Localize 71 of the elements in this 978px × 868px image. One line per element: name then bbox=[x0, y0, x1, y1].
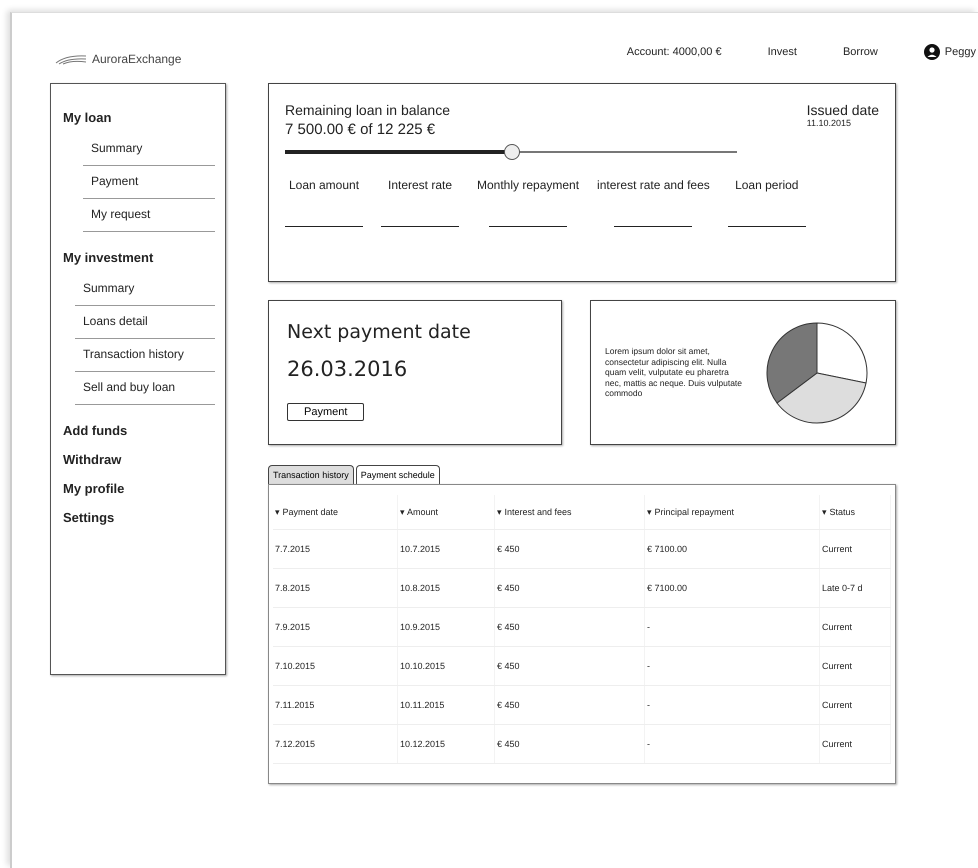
sidebar-subitem[interactable]: Sell and buy loan bbox=[75, 372, 215, 405]
field-label: interest rate and fees bbox=[597, 178, 710, 192]
sidebar-item[interactable]: Add funds bbox=[63, 423, 215, 438]
table-cell: € 450 bbox=[494, 686, 644, 724]
table-cell: Current bbox=[820, 608, 890, 646]
table-cell: Current bbox=[820, 530, 890, 568]
field-label: Interest rate bbox=[388, 178, 452, 192]
column-header[interactable]: ▾ Amount bbox=[398, 495, 494, 530]
field-label: Loan period bbox=[735, 178, 798, 192]
field-label: Monthly repayment bbox=[477, 178, 580, 192]
sidebar-subitem[interactable]: Loans detail bbox=[75, 306, 215, 339]
table-cell: 10.9.2015 bbox=[398, 608, 494, 646]
table-cell: € 450 bbox=[494, 646, 644, 686]
table-cell: Current bbox=[820, 686, 890, 724]
sidebar-subitem[interactable]: My request bbox=[83, 199, 215, 232]
sidebar-subitem[interactable]: Summary bbox=[83, 133, 215, 166]
table-cell: - bbox=[644, 646, 820, 686]
sidebar-subitem[interactable]: Payment bbox=[83, 166, 215, 199]
user-icon bbox=[924, 44, 940, 60]
sidebar-item[interactable]: Settings bbox=[63, 510, 215, 525]
table-cell: 10.7.2015 bbox=[398, 530, 494, 568]
table-cell: Current bbox=[820, 646, 890, 686]
table-cell: Current bbox=[820, 724, 890, 764]
table-cell: 7.10.2015 bbox=[273, 646, 398, 686]
tab[interactable]: Transaction history bbox=[268, 465, 354, 484]
user-menu[interactable]: Peggy bbox=[924, 44, 976, 60]
info-text: Lorem ipsum dolor sit amet, consectetur adipiscing elit. Nulla quam velit, vulputate eu pharetra nec, mattis ac neque. Duis vulputate commodo bbox=[605, 346, 744, 400]
account-balance[interactable]: Account: 4000,00 € bbox=[626, 46, 722, 58]
issued-date: 11.10.2015 bbox=[806, 118, 851, 128]
column-header[interactable]: ▾ Payment date bbox=[273, 495, 398, 530]
table-cell: € 7100.00 bbox=[644, 530, 820, 568]
sidebar-subitem[interactable]: Transaction history bbox=[75, 339, 215, 372]
table-cell: 7.11.2015 bbox=[273, 686, 398, 724]
table-cell: - bbox=[644, 608, 820, 646]
table-cell: € 450 bbox=[494, 608, 644, 646]
tab[interactable]: Payment schedule bbox=[356, 465, 440, 484]
table-cell: € 450 bbox=[494, 724, 644, 764]
sidebar-item[interactable]: My investment bbox=[63, 250, 215, 265]
sidebar-item[interactable]: Withdraw bbox=[63, 452, 215, 467]
sidebar-subitem[interactable]: Summary bbox=[75, 273, 215, 306]
waves-logo-icon bbox=[54, 53, 88, 65]
table-cell: 10.11.2015 bbox=[398, 686, 494, 724]
column-header[interactable]: ▾ Principal repayment bbox=[644, 495, 820, 530]
next-payment-title: Next payment date bbox=[287, 321, 472, 343]
nav-link[interactable]: Invest bbox=[768, 46, 797, 58]
remaining-loan-label: Remaining loan in balance bbox=[285, 102, 450, 118]
nav-link[interactable]: Borrow bbox=[842, 46, 878, 58]
table-cell: 7.12.2015 bbox=[273, 724, 398, 764]
remaining-loan-amount: 7 500.00 € of 12 225 € bbox=[285, 121, 436, 138]
table-cell: € 450 bbox=[494, 568, 644, 608]
column-header[interactable]: ▾ Status bbox=[820, 495, 890, 530]
table-cell: € 450 bbox=[494, 530, 644, 568]
table-cell: 7.8.2015 bbox=[273, 568, 398, 608]
table-cell: - bbox=[644, 686, 820, 724]
sidebar-item[interactable]: My profile bbox=[63, 481, 215, 496]
table-cell: 7.9.2015 bbox=[273, 608, 398, 646]
table-cell: € 7100.00 bbox=[644, 568, 820, 608]
payment-button[interactable]: Payment bbox=[287, 403, 364, 421]
table-cell: 10.8.2015 bbox=[398, 568, 494, 608]
field-label: Loan amount bbox=[288, 178, 360, 192]
issued-date-label: Issued date bbox=[806, 102, 879, 118]
sidebar-item[interactable]: My loan bbox=[63, 110, 215, 125]
column-header[interactable]: ▾ Interest and fees bbox=[494, 495, 644, 530]
table-cell: 10.12.2015 bbox=[398, 724, 494, 764]
table-cell: Late 0-7 d bbox=[820, 568, 890, 608]
slider-thumb[interactable] bbox=[504, 144, 520, 160]
table-cell: 7.7.2015 bbox=[273, 530, 398, 568]
table-cell: - bbox=[644, 724, 820, 764]
table-cell: 10.10.2015 bbox=[398, 646, 494, 686]
brand-name: AuroraExchange bbox=[92, 52, 182, 66]
next-payment-date: 26.03.2016 bbox=[287, 357, 408, 381]
